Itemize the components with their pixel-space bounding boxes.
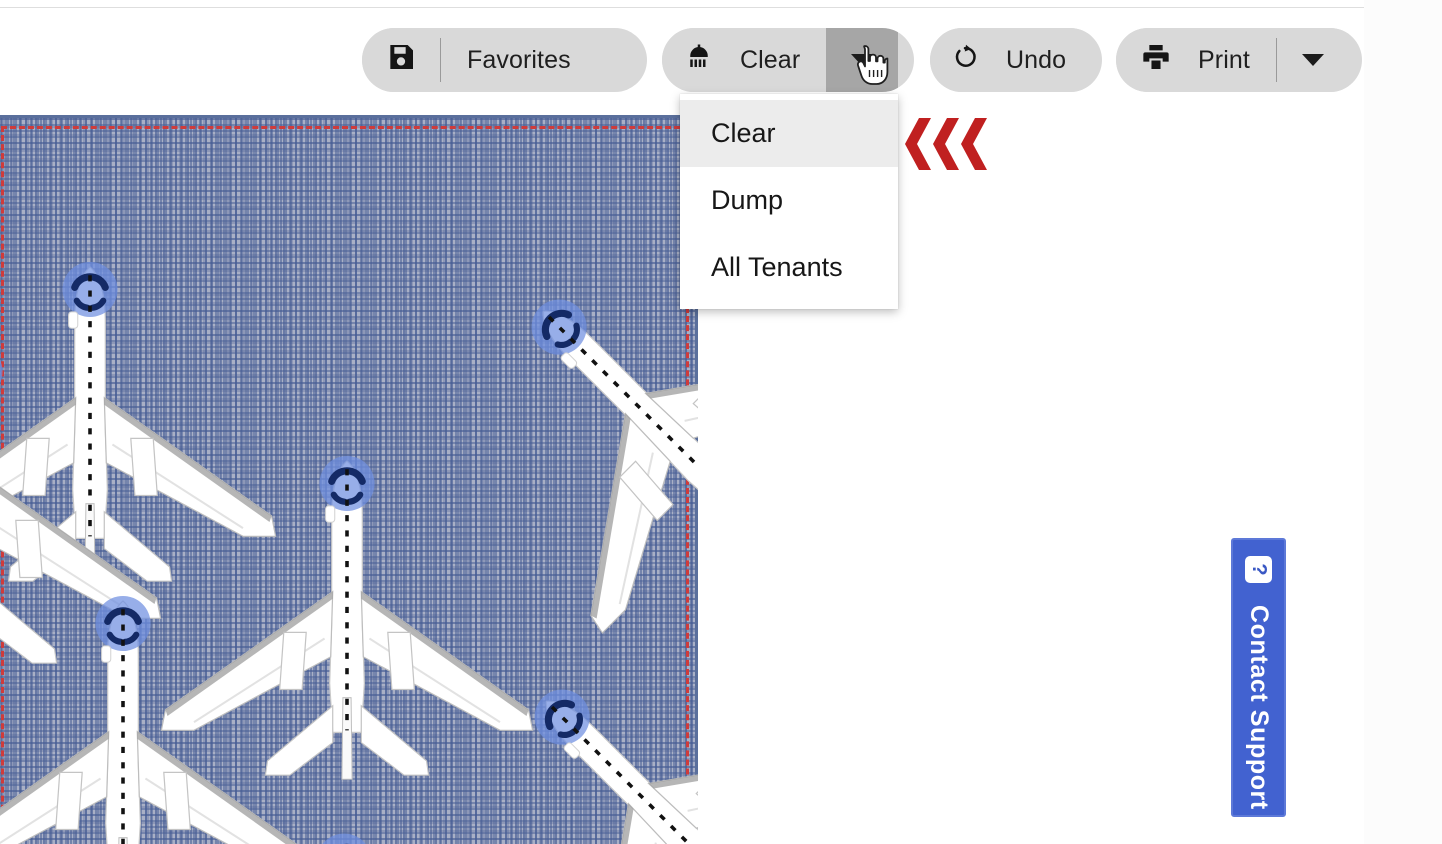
clear-button-group[interactable]: Clear	[662, 28, 914, 92]
undo-arrow-icon	[950, 42, 980, 79]
chevron-down-icon	[1301, 54, 1324, 66]
chevron-down-icon	[851, 54, 874, 66]
collapse-panel-chevrons[interactable]	[905, 118, 987, 175]
main-toolbar: Favorites Clear Undo Print	[0, 20, 1364, 100]
menu-item-label: Dump	[711, 185, 784, 215]
save-floppy-icon	[385, 41, 417, 80]
print-button-group[interactable]: Print	[1116, 28, 1362, 92]
undo-label: Undo	[1006, 45, 1067, 74]
menu-item-all-tenants[interactable]: All Tenants	[680, 234, 898, 301]
save-button[interactable]	[362, 28, 440, 92]
print-label: Print	[1198, 45, 1250, 74]
broom-icon	[684, 42, 714, 79]
question-mark-icon: ?	[1245, 556, 1272, 583]
menu-item-clear[interactable]: Clear	[680, 100, 898, 167]
menu-item-label: All Tenants	[711, 252, 843, 282]
favorites-label: Favorites	[467, 45, 571, 74]
undo-button[interactable]: Undo	[930, 28, 1093, 92]
clear-button[interactable]: Clear	[662, 28, 827, 92]
menu-item-label: Clear	[711, 118, 776, 148]
clear-label: Clear	[740, 45, 801, 74]
clear-dropdown-toggle[interactable]	[826, 28, 899, 92]
page-right-gutter	[1364, 0, 1442, 844]
print-button[interactable]: Print	[1116, 28, 1276, 92]
app-root: Favorites Clear Undo Print Clear Dump Al…	[0, 0, 1364, 844]
canvas-boundary	[0, 115, 698, 844]
favorites-button[interactable]: Favorites	[441, 28, 597, 92]
print-dropdown-toggle[interactable]	[1276, 28, 1349, 92]
menu-item-dump[interactable]: Dump	[680, 167, 898, 234]
favorites-button-group[interactable]: Favorites	[362, 28, 647, 92]
clear-dropdown-menu[interactable]: Clear Dump All Tenants	[680, 94, 898, 309]
aircraft-layer	[0, 118, 698, 844]
printer-icon	[1140, 41, 1172, 80]
contact-support-label: Contact Support	[1245, 605, 1273, 810]
aircraft-parking-canvas[interactable]	[0, 115, 698, 844]
undo-button-group[interactable]: Undo	[930, 28, 1102, 92]
header-divider	[0, 7, 1364, 8]
contact-support-tab[interactable]: ? Contact Support	[1231, 538, 1286, 817]
